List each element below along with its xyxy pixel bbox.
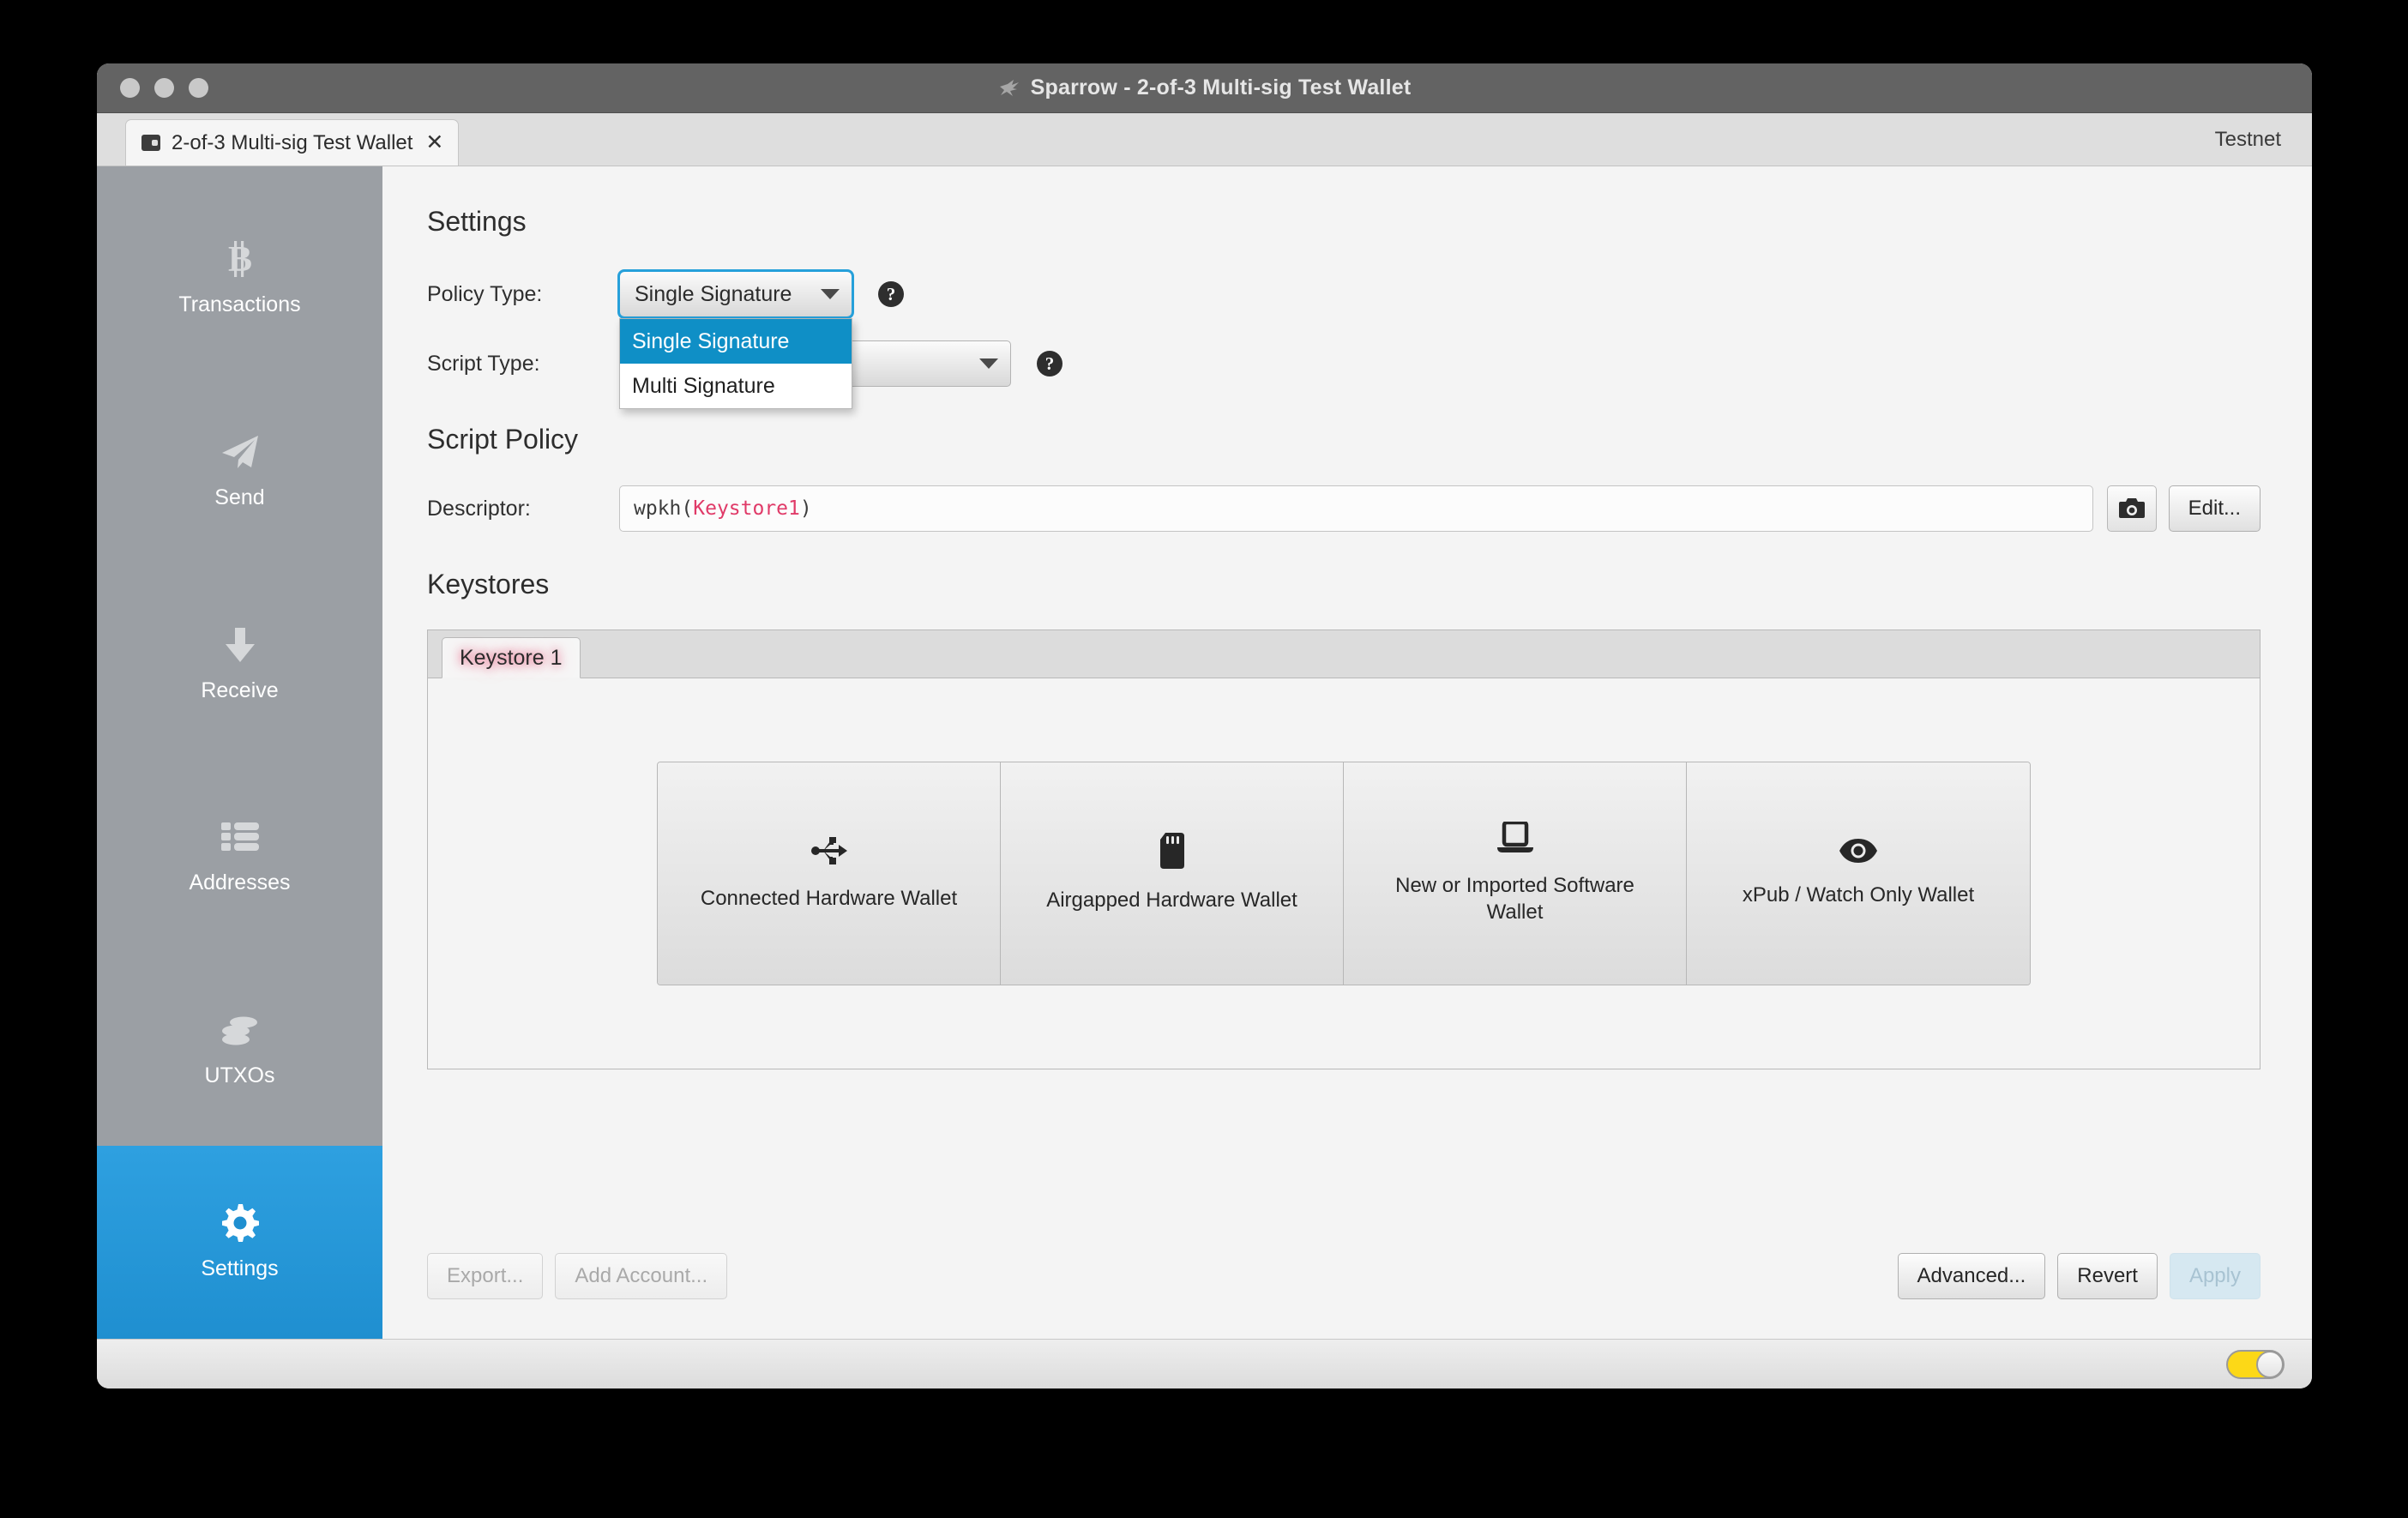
- sidebar-item-label: UTXOs: [204, 1063, 275, 1088]
- sidebar-item-transactions[interactable]: B Transactions: [97, 182, 382, 375]
- airgapped-hardware-wallet-button[interactable]: Airgapped Hardware Wallet: [1001, 762, 1344, 985]
- keystores-panel: Keystore 1 Connected Hardware Wallet Air…: [427, 629, 2261, 1069]
- advanced-button[interactable]: Advanced...: [1897, 1253, 2046, 1299]
- sparrow-bird-icon: [999, 79, 1019, 96]
- chevron-down-icon: [821, 289, 840, 299]
- choice-label: New or Imported Software Wallet: [1395, 873, 1634, 924]
- sidebar-item-send[interactable]: Send: [97, 375, 382, 568]
- sidebar-item-utxos[interactable]: UTXOs: [97, 953, 382, 1146]
- laptop-icon: [1496, 821, 1534, 854]
- eye-icon: [1839, 838, 1878, 864]
- footer-left-actions: Export... Add Account...: [427, 1253, 728, 1299]
- dropdown-option-multi-signature[interactable]: Multi Signature: [620, 364, 852, 408]
- sidebar-item-settings[interactable]: Settings: [97, 1146, 382, 1339]
- script-policy-heading: Script Policy: [427, 424, 579, 455]
- script-type-label: Script Type:: [427, 351, 540, 376]
- descriptor-label: Descriptor:: [427, 496, 531, 521]
- script-type-help-icon[interactable]: ?: [1037, 351, 1063, 376]
- sidebar-item-label: Send: [214, 485, 265, 509]
- policy-type-select[interactable]: Single Signature: [617, 269, 854, 319]
- descriptor-prefix: wpkh(: [634, 497, 694, 520]
- svg-text:B: B: [227, 240, 251, 278]
- chevron-down-icon: [979, 358, 998, 369]
- apply-button[interactable]: Apply: [2169, 1253, 2261, 1299]
- policy-type-dropdown[interactable]: Single Signature Multi Signature: [619, 318, 852, 409]
- theme-toggle[interactable]: [2226, 1349, 2285, 1379]
- list-icon: [220, 817, 260, 857]
- sidebar-item-label: Receive: [201, 678, 279, 702]
- close-window-button[interactable]: [120, 78, 140, 98]
- connected-hardware-wallet-button[interactable]: Connected Hardware Wallet: [658, 762, 1001, 985]
- close-tab-icon[interactable]: ✕: [425, 132, 443, 154]
- policy-type-label: Policy Type:: [427, 281, 543, 306]
- sidebar-item-label: Addresses: [189, 870, 291, 895]
- sidebar-item-addresses[interactable]: Addresses: [97, 760, 382, 953]
- edit-descriptor-button[interactable]: Edit...: [2168, 485, 2261, 532]
- new-or-imported-software-wallet-button[interactable]: New or Imported Software Wallet: [1344, 762, 1687, 985]
- export-button[interactable]: Export...: [427, 1253, 544, 1299]
- toggle-knob: [2256, 1350, 2284, 1378]
- minimize-window-button[interactable]: [154, 78, 174, 98]
- sidebar-item-label: Transactions: [178, 292, 301, 316]
- camera-icon: [2118, 498, 2145, 518]
- statusbar: [97, 1339, 2312, 1388]
- descriptor-input[interactable]: wpkh(Keystore1): [619, 485, 2093, 532]
- add-account-button[interactable]: Add Account...: [555, 1253, 728, 1299]
- sdcard-icon: [1159, 833, 1184, 870]
- choice-label: Airgapped Hardware Wallet: [1046, 889, 1297, 913]
- xpub-watch-only-wallet-button[interactable]: xPub / Watch Only Wallet: [1687, 762, 2030, 985]
- choice-label: xPub / Watch Only Wallet: [1742, 883, 1975, 907]
- keystores-heading: Keystores: [427, 569, 550, 599]
- sidebar: B Transactions Send Receive Addresses UT…: [97, 166, 382, 1339]
- window-title-group: Sparrow - 2-of-3 Multi-sig Test Wallet: [97, 75, 2312, 100]
- wallet-source-options: Connected Hardware Wallet Airgapped Hard…: [657, 762, 2031, 985]
- keystore-tabbar: Keystore 1: [428, 630, 2260, 678]
- policy-type-help-icon[interactable]: ?: [878, 281, 904, 307]
- scan-qr-button[interactable]: [2106, 485, 2157, 532]
- descriptor-suffix: ): [799, 497, 812, 520]
- gear-icon: [220, 1203, 260, 1243]
- footer-actions: Export... Add Account... Advanced... Rev…: [427, 1253, 2261, 1299]
- wallet-tabstrip: 2-of-3 Multi-sig Test Wallet ✕ Testnet: [97, 113, 2312, 166]
- keystore-tab-1[interactable]: Keystore 1: [442, 637, 581, 678]
- page-title: Settings: [427, 206, 527, 237]
- window-title: Sparrow - 2-of-3 Multi-sig Test Wallet: [1030, 75, 1412, 99]
- footer-right-actions: Advanced... Revert Apply: [1897, 1253, 2261, 1299]
- window-body: B Transactions Send Receive Addresses UT…: [97, 166, 2312, 1339]
- sidebar-item-label: Settings: [201, 1256, 279, 1281]
- descriptor-keystore-name: Keystore1: [693, 497, 800, 520]
- policy-type-row: Policy Type: Single Signature ? Single S…: [427, 269, 2261, 409]
- dropdown-option-single-signature[interactable]: Single Signature: [620, 319, 852, 364]
- bitcoin-icon: B: [220, 239, 260, 279]
- coins-icon: [220, 1010, 260, 1050]
- usb-icon: [810, 834, 847, 867]
- window-controls[interactable]: [120, 78, 208, 98]
- settings-pane: Settings Policy Type: Single Signature ?…: [382, 166, 2312, 1339]
- paper-plane-icon: [220, 432, 260, 472]
- wallet-icon: [141, 135, 160, 151]
- revert-button[interactable]: Revert: [2057, 1253, 2158, 1299]
- wallet-tab-label: 2-of-3 Multi-sig Test Wallet: [172, 130, 413, 154]
- choice-label: Connected Hardware Wallet: [700, 887, 958, 911]
- network-badge: Testnet: [2214, 128, 2281, 151]
- maximize-window-button[interactable]: [189, 78, 208, 98]
- app-window: Sparrow - 2-of-3 Multi-sig Test Wallet 2…: [97, 63, 2312, 1388]
- keystore-tab-content: Connected Hardware Wallet Airgapped Hard…: [428, 678, 2260, 1069]
- wallet-tab[interactable]: 2-of-3 Multi-sig Test Wallet ✕: [125, 119, 460, 166]
- policy-type-value: Single Signature: [635, 281, 792, 306]
- window-titlebar: Sparrow - 2-of-3 Multi-sig Test Wallet: [97, 63, 2312, 113]
- sidebar-item-receive[interactable]: Receive: [97, 568, 382, 761]
- descriptor-row: Descriptor: wpkh(Keystore1) Edit...: [427, 485, 2261, 533]
- down-arrow-icon: [220, 625, 260, 665]
